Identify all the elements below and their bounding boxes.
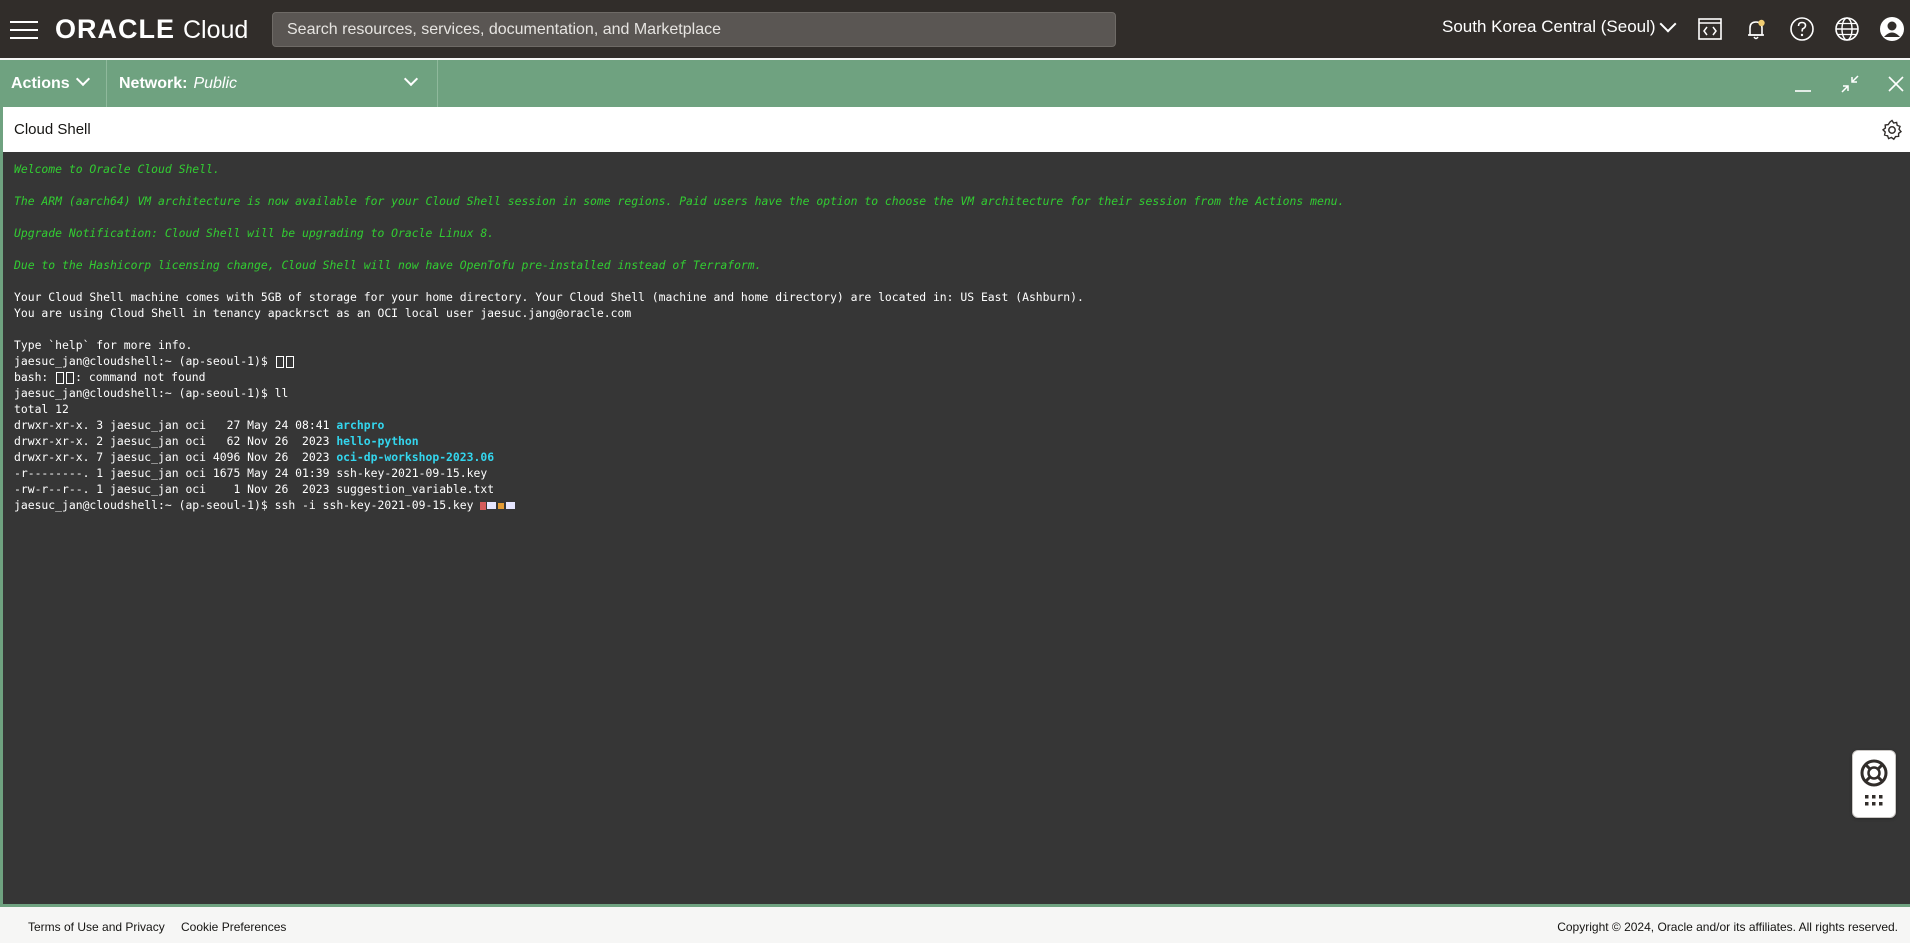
chevron-down-icon (1659, 15, 1677, 33)
prompt-line[interactable]: jaesuc_jan@cloudshell:~ (ap-seoul-1)$ ss… (14, 497, 1910, 513)
search-bar[interactable] (272, 12, 1116, 47)
cloud-shell-header: Cloud Shell (0, 107, 1910, 152)
storage-info-line: Your Cloud Shell machine comes with 5GB … (14, 290, 1084, 304)
listing-name: oci-dp-workshop-2023.06 (336, 450, 495, 464)
grid-icon (1865, 795, 1883, 806)
listing-meta: drwxr-xr-x. 3 jaesuc_jan oci 27 May 24 0… (14, 418, 337, 432)
close-icon[interactable] (1882, 70, 1910, 98)
prompt-line: jaesuc_jan@cloudshell:~ (ap-seoul-1)$ (14, 353, 1910, 369)
network-value: Public (193, 74, 238, 92)
arm-notice-line: The ARM (aarch64) VM architecture is now… (14, 194, 1345, 208)
listing-meta: -rw-r--r--. 1 jaesuc_jan oci 1 Nov 26 20… (14, 482, 337, 496)
listing-name: hello-python (336, 434, 419, 448)
listing-row: drwxr-xr-x. 3 jaesuc_jan oci 27 May 24 0… (14, 417, 1910, 433)
terms-link[interactable]: Terms of Use and Privacy (28, 920, 165, 934)
actions-label: Actions (11, 74, 70, 92)
network-selector[interactable]: Network: Public (108, 60, 438, 107)
listing-meta: -r--------. 1 jaesuc_jan oci 1675 May 24… (14, 466, 337, 480)
garbled-glyph (487, 502, 497, 509)
gear-icon[interactable] (1880, 118, 1904, 142)
copyright-text: Copyright © 2024, Oracle and/or its affi… (1557, 920, 1898, 934)
listing-name: archpro (336, 418, 385, 432)
cloud-shell-title: Cloud Shell (14, 121, 91, 138)
listing-name: ssh-key-2021-09-15.key (336, 466, 488, 480)
logo-brand: ORACLE (55, 14, 175, 44)
error-line: bash: : command not found (14, 369, 1910, 385)
bash-suffix: : command not found (75, 370, 206, 384)
network-label: Network: (119, 74, 188, 92)
listing-meta: drwxr-xr-x. 7 jaesuc_jan oci 4096 Nov 26… (14, 450, 337, 464)
page-footer: Terms of Use and Privacy Cookie Preferen… (0, 908, 1910, 943)
listing-name: suggestion_variable.txt (336, 482, 495, 496)
restore-icon[interactable] (1836, 70, 1864, 98)
prompt: jaesuc_jan@cloudshell:~ (ap-seoul-1)$ (14, 386, 275, 400)
help-info-line: Type `help` for more info. (14, 338, 193, 352)
region-selector[interactable]: South Korea Central (Seoul) (1442, 15, 1677, 37)
help-icon[interactable] (1787, 14, 1817, 44)
prompt-line: jaesuc_jan@cloudshell:~ (ap-seoul-1)$ ll (14, 385, 1910, 401)
help-widget[interactable] (1852, 750, 1896, 818)
unprintable-char (66, 371, 75, 384)
bash-prefix: bash: (14, 370, 56, 384)
bell-icon[interactable] (1741, 14, 1771, 44)
menu-icon[interactable] (10, 17, 38, 41)
tenancy-info-line: You are using Cloud Shell in tenancy apa… (14, 306, 632, 320)
listing-row: -r--------. 1 jaesuc_jan oci 1675 May 24… (14, 465, 1910, 481)
total-line: total 12 (14, 402, 69, 416)
prompt: jaesuc_jan@cloudshell:~ (ap-seoul-1)$ (14, 354, 275, 368)
listing-row: -rw-r--r--. 1 jaesuc_jan oci 1 Nov 26 20… (14, 481, 1910, 497)
chevron-down-icon (403, 71, 419, 87)
cloud-shell-toolbar: Actions Network: Public (0, 60, 1910, 107)
command-text: ssh -i ssh-key-2021-09-15.key (274, 498, 481, 512)
listing-meta: drwxr-xr-x. 2 jaesuc_jan oci 62 Nov 26 2… (14, 434, 337, 448)
search-input[interactable] (285, 19, 1103, 40)
oracle-cloud-logo[interactable]: ORACLE Cloud (55, 14, 248, 44)
listing-row: drwxr-xr-x. 7 jaesuc_jan oci 4096 Nov 26… (14, 449, 1910, 465)
unprintable-char (285, 355, 294, 368)
logo-product: Cloud (183, 16, 249, 44)
hashicorp-notice-line: Due to the Hashicorp licensing change, C… (14, 258, 762, 272)
globe-icon[interactable] (1832, 14, 1862, 44)
command-text: ll (274, 386, 289, 400)
chevron-down-icon (75, 71, 91, 87)
garbled-glyph (506, 502, 516, 509)
cookie-preferences-link[interactable]: Cookie Preferences (181, 920, 286, 934)
user-icon[interactable] (1877, 14, 1907, 44)
listing-row: drwxr-xr-x. 2 jaesuc_jan oci 62 Nov 26 2… (14, 433, 1910, 449)
lifebuoy-icon (1860, 759, 1888, 787)
code-editor-icon[interactable] (1695, 14, 1725, 44)
top-navigation-bar: ORACLE Cloud South Korea Central (Seoul) (0, 0, 1910, 58)
unprintable-char (56, 371, 65, 384)
terminal-output[interactable]: Welcome to Oracle Cloud Shell. The ARM (… (0, 152, 1910, 907)
actions-menu-button[interactable]: Actions (0, 60, 107, 107)
unprintable-char (275, 355, 284, 368)
welcome-line: Welcome to Oracle Cloud Shell. (14, 162, 220, 176)
region-label: South Korea Central (Seoul) (1442, 17, 1656, 36)
upgrade-notice-line: Upgrade Notification: Cloud Shell will b… (14, 226, 495, 240)
garbled-glyph (498, 502, 505, 509)
garbled-glyph (480, 501, 487, 510)
minimize-icon[interactable] (1789, 70, 1817, 98)
prompt: jaesuc_jan@cloudshell:~ (ap-seoul-1)$ (14, 498, 275, 512)
